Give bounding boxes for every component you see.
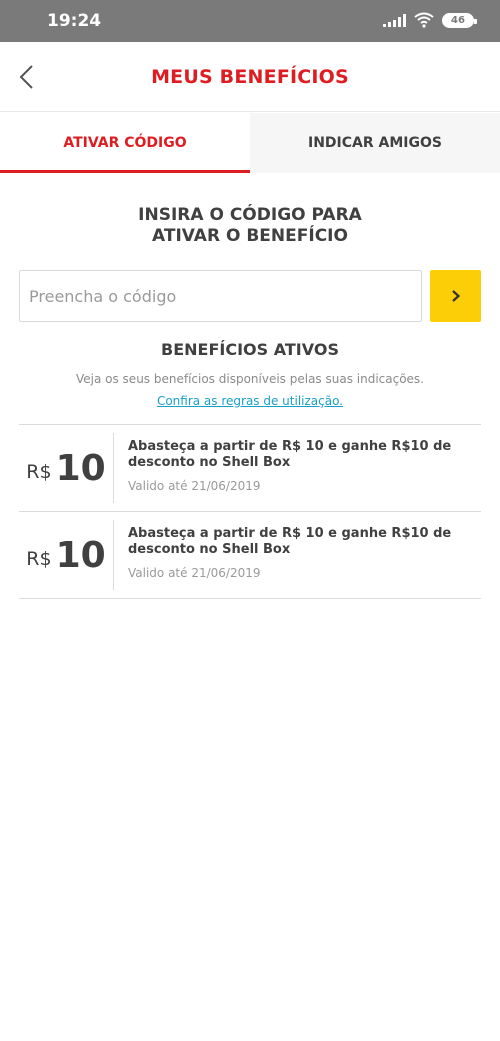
code-instruction: INSIRA O CÓDIGO PARA ATIVAR O BENEFÍCIO (0, 205, 500, 247)
page-title: MEUS BENEFÍCIOS (151, 66, 349, 88)
battery-icon: 46 (442, 12, 477, 28)
code-input[interactable] (19, 270, 422, 322)
header: MEUS BENEFÍCIOS (0, 42, 500, 112)
benefit-validity: Valido até 21/06/2019 (128, 566, 261, 580)
instruction-line-1: INSIRA O CÓDIGO PARA (138, 205, 362, 225)
status-time: 19:24 (47, 11, 102, 31)
instruction-line-2: ATIVAR O BENEFÍCIO (152, 226, 348, 246)
benefits-list: R$ 10 Abasteça a partir de R$ 10 e ganhe… (19, 424, 481, 599)
benefit-info: Abasteça a partir de R$ 10 e ganhe R$10 … (114, 425, 481, 511)
benefit-item[interactable]: R$ 10 Abasteça a partir de R$ 10 e ganhe… (19, 425, 481, 512)
submit-code-button[interactable] (430, 270, 481, 322)
benefit-amount: R$ 10 (19, 520, 114, 590)
benefit-currency: R$ (26, 461, 52, 483)
active-benefits-description: Veja os seus benefícios disponíveis pela… (75, 372, 424, 386)
benefit-amount: R$ 10 (19, 433, 114, 503)
tab-bar: ATIVAR CÓDIGO INDICAR AMIGOS (0, 113, 500, 173)
battery-level: 46 (451, 14, 465, 26)
benefit-currency: R$ (26, 548, 52, 570)
benefit-description: Abasteça a partir de R$ 10 e ganhe R$10 … (128, 526, 452, 557)
benefit-item[interactable]: R$ 10 Abasteça a partir de R$ 10 e ganhe… (19, 512, 481, 599)
active-benefits-title: BENEFÍCIOS ATIVOS (161, 340, 339, 359)
status-icons: 46 (383, 12, 477, 28)
benefit-value: 10 (55, 447, 106, 489)
benefit-description: Abasteça a partir de R$ 10 e ganhe R$10 … (128, 439, 452, 470)
benefit-info: Abasteça a partir de R$ 10 e ganhe R$10 … (114, 512, 481, 598)
benefit-validity: Valido até 21/06/2019 (128, 479, 261, 493)
wifi-icon (414, 12, 434, 28)
signal-icon (383, 13, 406, 27)
status-bar: 19:24 46 (0, 0, 500, 42)
tab-refer-friends[interactable]: INDICAR AMIGOS (250, 113, 500, 173)
rules-link[interactable]: Confira as regras de utilização. (0, 394, 500, 408)
chevron-right-icon (451, 290, 460, 302)
benefit-value: 10 (55, 534, 106, 576)
tab-activate-code[interactable]: ATIVAR CÓDIGO (0, 113, 250, 173)
